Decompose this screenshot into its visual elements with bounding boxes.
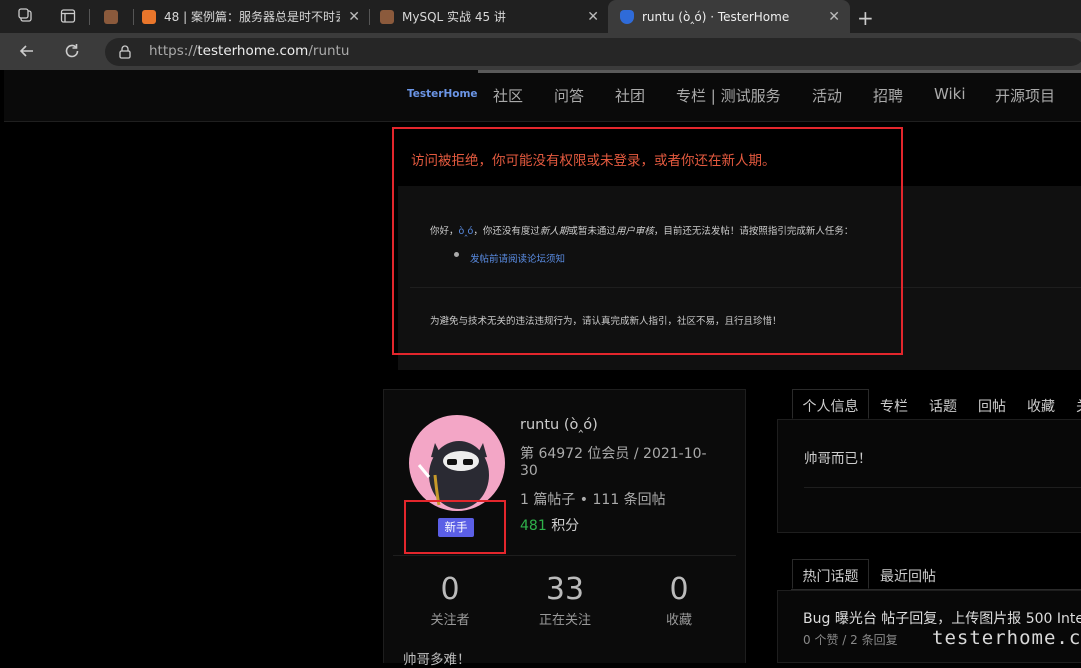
- posts-count: 1 篇帖子 • 111 条回帖: [520, 492, 666, 508]
- site-logo[interactable]: TesterHome: [407, 88, 478, 100]
- favicon-icon: [142, 9, 156, 24]
- profile-bio: 帅哥多难！: [403, 652, 471, 668]
- favicon-icon: [620, 9, 634, 24]
- tab-actions-icon[interactable]: [60, 8, 76, 24]
- tab-favorites[interactable]: 收藏: [1027, 396, 1055, 416]
- nav-open-source[interactable]: 开源项目: [995, 85, 1055, 106]
- card-divider: [393, 555, 736, 556]
- tab-title: MySQL 实战 45 讲: [402, 10, 506, 24]
- info-divider: [804, 487, 1081, 488]
- browser-tab-1[interactable]: [96, 0, 132, 33]
- nav-wiki[interactable]: Wiki: [934, 85, 966, 103]
- tab-separator: [369, 9, 370, 25]
- refresh-icon[interactable]: [63, 42, 81, 60]
- watermark: testerhome.com: [932, 627, 1081, 649]
- browser-tab-2[interactable]: 48 | 案例篇：服务器总是时不时丢 ✕: [134, 0, 368, 33]
- following-count[interactable]: 33: [505, 572, 625, 607]
- tab-hot-topics[interactable]: 热门话题: [792, 559, 869, 589]
- tab-title: runtu (ò‸ó) · TesterHome: [642, 9, 790, 24]
- close-icon[interactable]: ✕: [348, 9, 360, 25]
- close-icon[interactable]: ✕: [828, 9, 840, 25]
- tab-personal-info[interactable]: 个人信息: [792, 389, 869, 419]
- nav-events[interactable]: 活动: [812, 85, 842, 106]
- url-text[interactable]: https://testerhome.com/runtu: [149, 43, 349, 59]
- highlight-box-alert: [392, 127, 903, 355]
- tab-columns[interactable]: 专栏: [880, 396, 908, 416]
- member-date-cont: 30: [520, 463, 538, 479]
- lock-icon[interactable]: [119, 44, 131, 59]
- tab-replies[interactable]: 回帖: [978, 396, 1006, 416]
- tab-topics[interactable]: 话题: [929, 396, 957, 416]
- topic-link[interactable]: Bug 曝光台 帖子回复，上传图片报 500 Internal: [803, 608, 1081, 628]
- nav-columns[interactable]: 专栏 | 测试服务: [676, 85, 781, 106]
- tab-title: 48 | 案例篇：服务器总是时不时丢: [164, 10, 341, 24]
- browser-tab-active[interactable]: runtu (ò‸ó) · TesterHome ✕: [608, 0, 850, 33]
- tab-recent-replies[interactable]: 最近回帖: [880, 566, 936, 586]
- workspaces-icon[interactable]: [18, 8, 34, 24]
- close-icon[interactable]: ✕: [587, 9, 599, 25]
- nav-jobs[interactable]: 招聘: [873, 85, 903, 106]
- tab-separator: [89, 9, 90, 25]
- favorites-count[interactable]: 0: [619, 572, 739, 607]
- avatar[interactable]: [409, 415, 505, 511]
- score-value: 481: [520, 518, 547, 534]
- favorites-label: 收藏: [665, 613, 692, 628]
- profile-name: runtu (ò‸ó): [520, 417, 598, 433]
- new-tab-button[interactable]: +: [857, 6, 874, 30]
- favicon-icon: [380, 9, 394, 24]
- navbar-accent-line: [478, 70, 1081, 73]
- member-info: 第 64972 位会员 / 2021-10-: [520, 446, 707, 462]
- nav-qa[interactable]: 问答: [554, 85, 584, 106]
- followers-label: 关注者: [430, 613, 470, 628]
- site-navbar: [4, 70, 1081, 122]
- following-label: 正在关注: [538, 613, 591, 628]
- personal-info-text: 帅哥而已！: [804, 451, 872, 467]
- nav-groups[interactable]: 社团: [615, 85, 645, 106]
- back-icon[interactable]: [18, 42, 36, 60]
- browser-tab-3[interactable]: MySQL 实战 45 讲 ✕: [372, 0, 607, 33]
- nav-community[interactable]: 社区: [493, 85, 523, 106]
- tab-following-cut[interactable]: 关: [1076, 396, 1081, 416]
- personal-info-panel: [777, 419, 1081, 533]
- newbie-badge: 新手: [438, 518, 474, 537]
- followers-count[interactable]: 0: [390, 572, 510, 607]
- score-line: 481 积分: [520, 518, 580, 534]
- topic-meta: 0 个赞 / 2 条回复: [803, 633, 898, 647]
- favicon-icon: [104, 9, 118, 24]
